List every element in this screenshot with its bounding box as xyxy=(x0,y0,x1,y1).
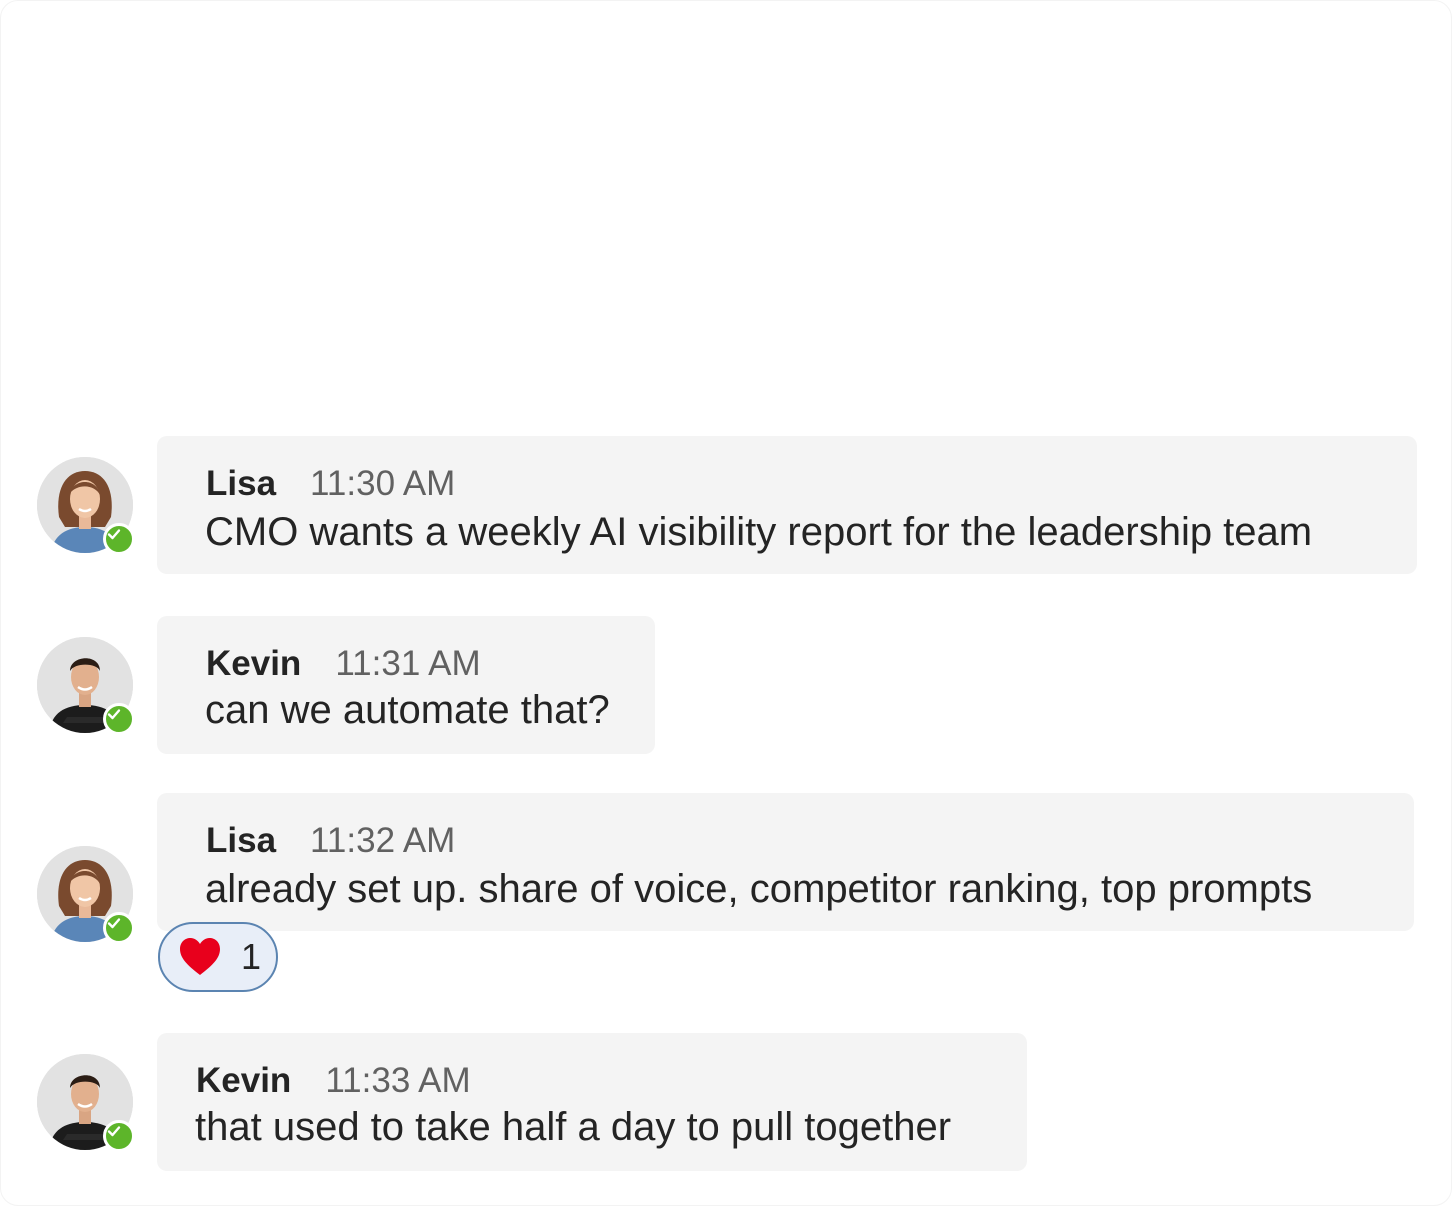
author-name: Lisa xyxy=(206,464,277,503)
message-time: 11:33 AM xyxy=(325,1061,471,1100)
author-name: Kevin xyxy=(206,644,302,683)
message-text: can we automate that? xyxy=(205,688,610,732)
message-time: 11:30 AM xyxy=(310,464,456,503)
message-bubble[interactable]: Kevin 11:33 AM that used to take half a d… xyxy=(157,1033,1027,1171)
message-bubble[interactable]: Lisa 11:30 AM CMO wants a weekly AI visib… xyxy=(157,436,1417,574)
presence-available-icon xyxy=(103,1120,135,1152)
message-text: already set up. share of voice, competit… xyxy=(205,867,1313,911)
message-bubble[interactable]: Lisa 11:32 AM already set up. share of vo… xyxy=(157,793,1414,931)
chat-window: Lisa 11:30 AM CMO wants a weekly AI visib… xyxy=(0,0,1452,1206)
avatar[interactable] xyxy=(37,457,135,555)
author-name: Kevin xyxy=(196,1061,292,1100)
presence-available-icon xyxy=(103,703,135,735)
presence-available-icon xyxy=(103,912,135,944)
message-bubble[interactable]: Kevin 11:31 AM can we automate that? xyxy=(157,616,655,754)
author-name: Lisa xyxy=(206,821,277,860)
message-text: CMO wants a weekly AI visibility report … xyxy=(205,510,1313,554)
heart-reaction-button[interactable]: 1 xyxy=(158,922,278,992)
message-text: that used to take half a day to pull tog… xyxy=(195,1105,952,1149)
avatar[interactable] xyxy=(37,846,135,944)
heart-icon xyxy=(180,938,220,975)
reaction-count: 1 xyxy=(241,936,262,977)
message-time: 11:31 AM xyxy=(335,644,481,683)
presence-available-icon xyxy=(103,523,135,555)
message-time: 11:32 AM xyxy=(310,821,456,860)
avatar[interactable] xyxy=(37,637,135,735)
avatar[interactable] xyxy=(37,1054,135,1152)
